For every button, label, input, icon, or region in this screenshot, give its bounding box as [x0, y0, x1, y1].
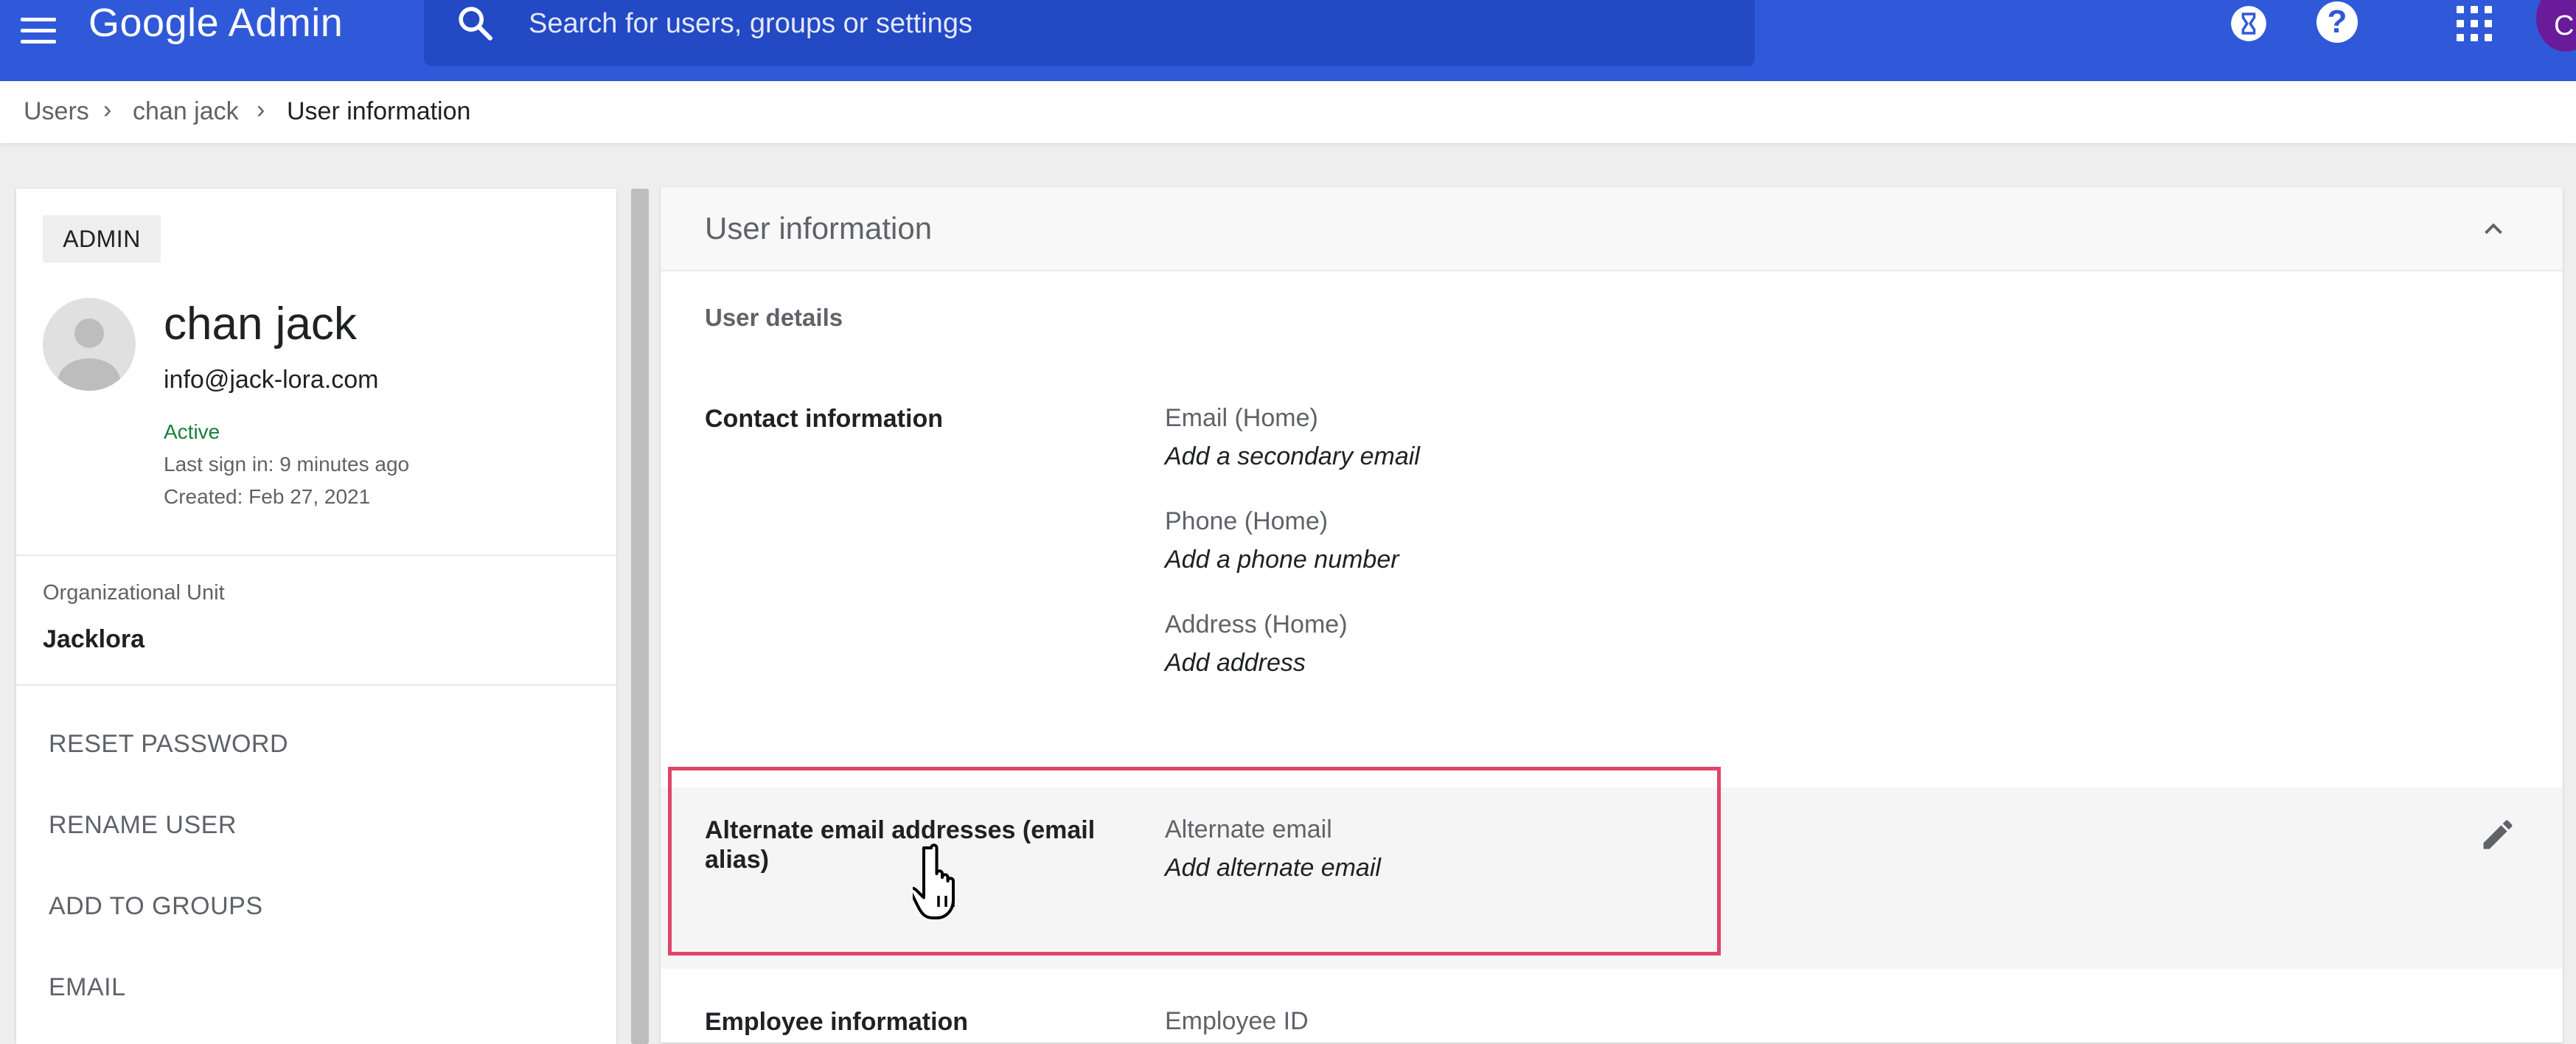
email-home-label: Email (Home)	[1165, 404, 1318, 432]
admin-badge: ADMIN	[43, 215, 161, 262]
account-avatar[interactable]: C	[2536, 0, 2576, 52]
hand-cursor-icon	[913, 843, 955, 919]
help-icon[interactable]: ?	[2316, 1, 2358, 43]
divider	[16, 684, 616, 686]
add-alternate-email-link[interactable]: Add alternate email	[1165, 854, 1381, 883]
card-header[interactable]: User information	[661, 187, 2563, 271]
org-unit-label: Organizational Unit	[43, 581, 225, 605]
add-secondary-email-link[interactable]: Add a secondary email	[1165, 442, 1420, 471]
brand-google: Google	[88, 1, 220, 45]
scrollbar[interactable]	[631, 189, 649, 1044]
user-summary-card: ADMIN chan jack info@jack-lora.com Activ…	[16, 189, 616, 1044]
user-name: chan jack	[164, 299, 357, 349]
card-title: User information	[705, 211, 933, 246]
chevron-up-icon[interactable]	[2479, 215, 2508, 242]
breadcrumb-user[interactable]: chan jack	[133, 97, 239, 126]
user-avatar	[43, 298, 136, 391]
chevron-right-icon: ›	[257, 96, 265, 124]
person-icon	[58, 319, 120, 391]
breadcrumb-current: User information	[287, 97, 471, 125]
chevron-right-icon: ›	[103, 96, 112, 124]
alternate-email-field-label: Alternate email	[1165, 815, 1332, 843]
phone-home-label: Phone (Home)	[1165, 507, 1329, 535]
org-unit-value: Jacklora	[43, 625, 145, 653]
rename-user-button[interactable]: RENAME USER	[49, 811, 237, 840]
alternate-email-label: Alternate email addresses (email alias)	[705, 816, 1096, 874]
apps-icon[interactable]	[2457, 6, 2492, 41]
pencil-icon[interactable]	[2479, 815, 2517, 854]
add-address-link[interactable]: Add address	[1165, 649, 1306, 678]
search-input[interactable]	[527, 0, 1710, 47]
search-bar[interactable]	[424, 0, 1755, 66]
contact-information-label: Contact information	[705, 405, 943, 433]
user-email: info@jack-lora.com	[164, 366, 379, 394]
add-phone-link[interactable]: Add a phone number	[1165, 546, 1399, 574]
search-icon[interactable]	[455, 3, 496, 44]
employee-id-label: Employee ID	[1165, 1007, 1309, 1035]
email-button[interactable]: EMAIL	[49, 973, 126, 1002]
employee-information-label: Employee information	[705, 1008, 969, 1036]
divider	[16, 554, 616, 556]
user-information-card: User information User details Contact in…	[661, 187, 2563, 1043]
address-home-label: Address (Home)	[1165, 610, 1348, 638]
hourglass-icon[interactable]	[2229, 4, 2268, 43]
brand-admin: Admin	[228, 1, 344, 45]
status-badge: Active	[164, 420, 220, 443]
breadcrumb: Users › chan jack › User information	[0, 81, 2576, 143]
add-to-groups-button[interactable]: ADD TO GROUPS	[49, 892, 263, 921]
menu-icon[interactable]	[18, 9, 59, 50]
breadcrumb-users[interactable]: Users	[24, 97, 89, 126]
google-admin-logo[interactable]: Google Admin	[88, 0, 343, 46]
section-heading: User details	[705, 304, 843, 331]
last-sign-in: Last sign in: 9 minutes ago	[164, 453, 410, 476]
reset-password-button[interactable]: RESET PASSWORD	[49, 730, 288, 759]
top-app-bar: Google Admin ? C	[0, 0, 2576, 81]
created-date: Created: Feb 27, 2021	[164, 485, 371, 508]
